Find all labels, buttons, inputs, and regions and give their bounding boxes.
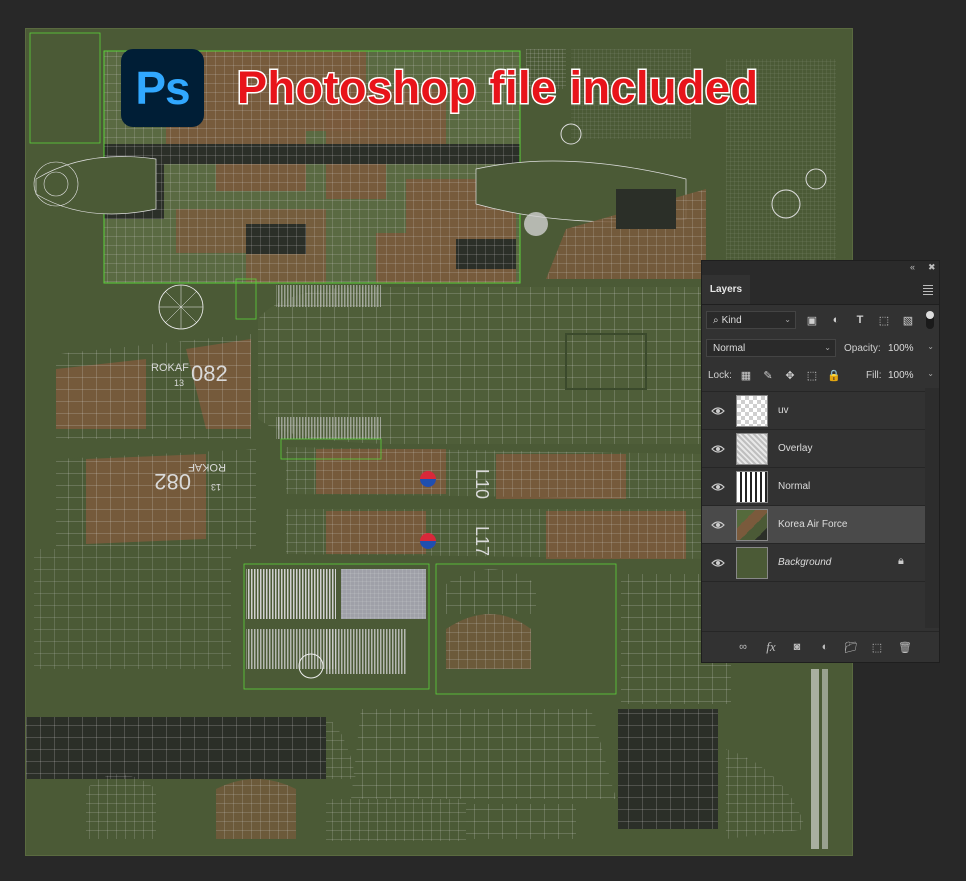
lock-artboard-icon[interactable]: ⬚ [804, 367, 820, 383]
smart-object-filter-icon[interactable]: ▧ [900, 312, 916, 328]
code-label-2: L17 [472, 526, 492, 556]
tab-layers[interactable]: Layers [702, 275, 750, 304]
shape-filter-icon[interactable]: ⬚ [876, 312, 892, 328]
pixel-filter-icon[interactable]: ▣ [804, 312, 820, 328]
layer-name: Normal [778, 481, 811, 492]
layer-row-overlay[interactable]: Overlay [702, 430, 926, 468]
fill-field[interactable]: 100% ⌄ [884, 366, 938, 384]
layer-row-normal[interactable]: Normal [702, 468, 926, 506]
num-label-1: 13 [174, 378, 184, 388]
layer-name: uv [778, 405, 789, 416]
lock-icon: 🔒︎ [898, 555, 904, 567]
layer-thumbnail [736, 395, 768, 427]
lock-all-icon[interactable]: 🔒 [826, 367, 842, 383]
opacity-label: Opacity: [844, 343, 881, 354]
layer-name: Overlay [778, 443, 813, 454]
layer-row-uv[interactable]: uv [702, 392, 926, 430]
eye-icon[interactable] [711, 518, 725, 532]
layer-thumbnail [736, 509, 768, 541]
promo-banner-text: Photoshop file included [236, 61, 760, 115]
filter-kind-select[interactable]: ⌕ Kind ⌄ [706, 311, 796, 329]
panel-titlebar: « ✖ [702, 261, 939, 275]
adjustment-filter-icon[interactable]: ◐ [828, 312, 844, 328]
nose-cone-island [33, 156, 157, 215]
layer-row-background[interactable]: Background 🔒︎ [702, 544, 926, 582]
ps-logo-text: Ps [135, 62, 190, 114]
fill-value: 100% [888, 369, 914, 381]
blend-mode-select[interactable]: Normal ⌄ [706, 339, 836, 357]
lock-transparent-icon[interactable]: ▦ [738, 367, 754, 383]
layer-list-scrollbar[interactable] [925, 388, 939, 628]
filter-row: ⌕ Kind ⌄ ▣ ◐ T ⬚ ▧ [702, 311, 939, 331]
layer-name: Korea Air Force [778, 519, 848, 530]
layer-thumbnail [736, 471, 768, 503]
new-group-folder-icon[interactable]: 📁︎ [843, 639, 859, 655]
adjustment-layer-icon[interactable]: ◐ [817, 639, 833, 655]
opacity-value: 100% [888, 342, 914, 354]
lock-brush-icon[interactable]: ✎ [760, 367, 776, 383]
layer-list: uv Overlay Normal Korea Air Force Backgr… [702, 391, 926, 592]
panel-menu-icon[interactable] [923, 283, 933, 297]
chevron-down-icon: ⌄ [824, 343, 831, 352]
side-panel-island [56, 284, 256, 549]
lock-move-icon[interactable]: ✥ [782, 367, 798, 383]
serial-label-1: 082 [191, 361, 228, 386]
fill-label: Fill: [866, 370, 882, 381]
rokaf-label-2: ROKAF [188, 461, 226, 473]
eye-icon[interactable] [711, 480, 725, 494]
panel-tab-row: Layers [702, 275, 939, 305]
opacity-field[interactable]: 100% ⌄ [884, 339, 938, 357]
fuselage-strips [286, 447, 706, 559]
layer-thumbnail [736, 547, 768, 579]
filter-toggle[interactable] [926, 311, 934, 329]
layer-thumbnail [736, 433, 768, 465]
filter-kind-label: Kind [721, 314, 742, 326]
eye-icon[interactable] [711, 442, 725, 456]
blend-mode-value: Normal [713, 342, 746, 354]
layers-bottom-toolbar: ∞ fx ◙ ◐ 📁︎ ⬚ 🗑︎ [702, 631, 939, 662]
eye-icon[interactable] [711, 556, 725, 570]
eye-icon[interactable] [711, 404, 725, 418]
serial-label-2: 082 [154, 469, 191, 494]
chevron-down-icon: ⌄ [927, 369, 934, 378]
lock-row: Lock: ▦ ✎ ✥ ⬚ 🔒 Fill: 100% ⌄ [702, 366, 939, 386]
chevron-down-icon: ⌄ [784, 315, 791, 324]
add-mask-icon[interactable]: ◙ [789, 639, 805, 655]
lower-left-parts [34, 549, 731, 704]
layers-panel: « ✖ Layers ⌕ Kind ⌄ ▣ ◐ T ⬚ ▧ Normal ⌄ O… [701, 260, 940, 663]
lock-label: Lock: [708, 370, 732, 381]
layer-name: Background [778, 557, 832, 568]
link-layers-icon[interactable]: ∞ [735, 639, 751, 655]
double-chevron-icon[interactable]: « [910, 262, 915, 272]
num-label-2: 13 [211, 482, 221, 492]
chevron-down-icon: ⌄ [927, 342, 934, 351]
code-label-1: L10 [472, 469, 492, 499]
layer-style-fx-icon[interactable]: fx [763, 639, 779, 655]
blend-row: Normal ⌄ Opacity: 100% ⌄ [702, 339, 939, 359]
new-layer-icon[interactable]: ⬚ [869, 639, 885, 655]
layer-row-korea-air-force[interactable]: Korea Air Force [702, 506, 926, 544]
search-icon: ⌕ [713, 314, 719, 326]
delete-layer-trash-icon[interactable]: 🗑︎ [897, 639, 913, 655]
rokaf-label-1: ROKAF [151, 362, 189, 374]
type-filter-icon[interactable]: T [852, 312, 868, 328]
close-icon[interactable]: ✖ [928, 262, 936, 273]
wing-island [258, 285, 716, 444]
photoshop-logo: Ps [121, 49, 204, 127]
